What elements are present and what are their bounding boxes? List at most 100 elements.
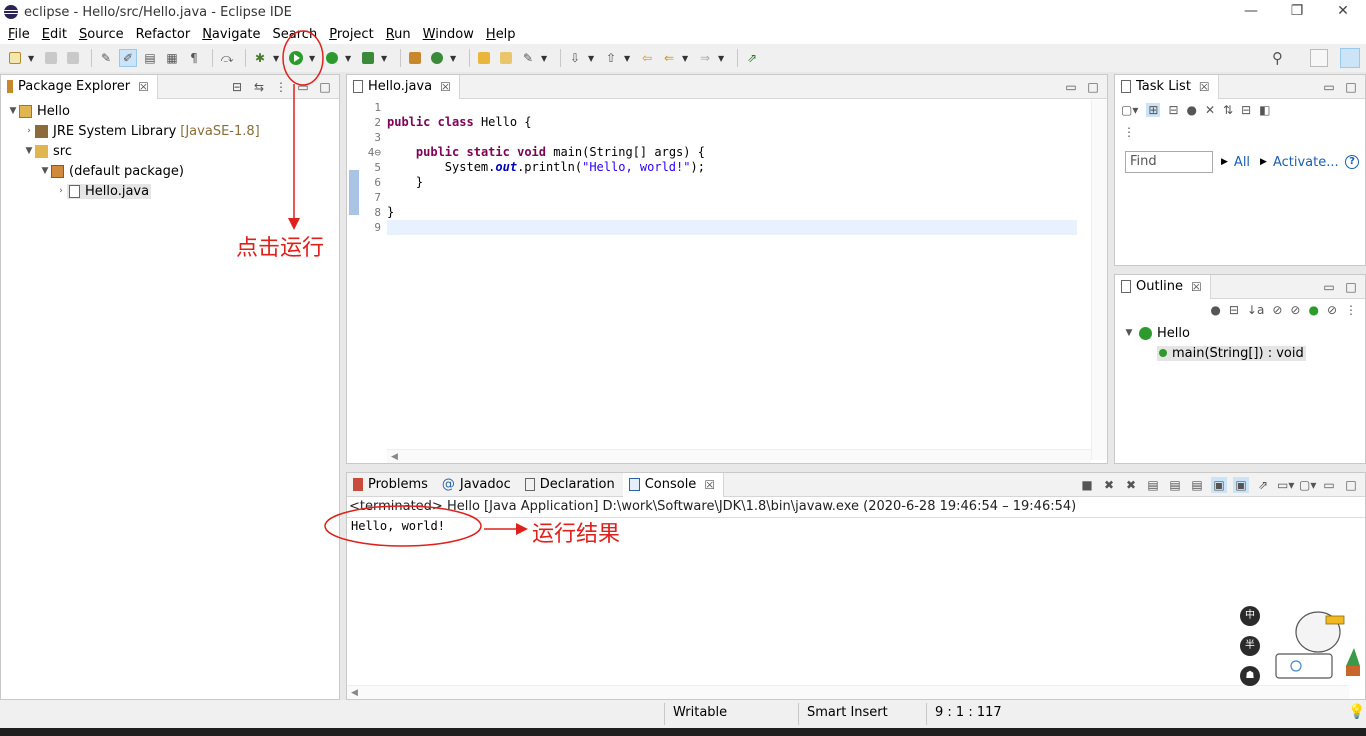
- collapse-all-icon[interactable]: ⊟: [229, 79, 245, 95]
- new-icon[interactable]: [6, 49, 24, 67]
- previous-annotation-dropdown-icon[interactable]: ▼: [624, 54, 632, 63]
- maximize-view-icon[interactable]: □: [1343, 477, 1359, 493]
- external-tools-dropdown-icon[interactable]: ▼: [381, 54, 389, 63]
- run-dropdown-icon[interactable]: ▼: [309, 54, 317, 63]
- ime-chinese-mode-icon[interactable]: 中: [1240, 606, 1260, 626]
- chevron-down-icon[interactable]: ▼: [1123, 328, 1135, 338]
- minimize-view-icon[interactable]: ▭: [1321, 477, 1337, 493]
- sync-icon[interactable]: ⇅: [1223, 103, 1233, 117]
- lightbulb-icon[interactable]: 💡: [1348, 704, 1365, 720]
- view-menu-icon[interactable]: ⋮: [1123, 125, 1135, 139]
- open-type-icon[interactable]: ✎: [97, 49, 115, 67]
- next-annotation-icon[interactable]: ⇩: [566, 49, 584, 67]
- selected-file-node[interactable]: Hello.java: [67, 183, 152, 199]
- selected-method-node[interactable]: main(String[]) : void: [1157, 345, 1306, 361]
- tab-javadoc[interactable]: @ Javadoc: [436, 473, 519, 497]
- chevron-down-icon[interactable]: ▼: [23, 146, 35, 156]
- search-dropdown-icon[interactable]: ▼: [541, 54, 549, 63]
- run-icon[interactable]: [287, 49, 305, 67]
- scroll-left-icon[interactable]: ◀: [391, 452, 398, 462]
- show-on-stderr-icon[interactable]: ▣: [1233, 477, 1249, 493]
- display-console-icon[interactable]: ▭▾: [1277, 477, 1294, 493]
- coverage-dropdown-icon[interactable]: ▼: [345, 54, 353, 63]
- close-button[interactable]: ✕: [1320, 0, 1366, 24]
- ime-half-width-icon[interactable]: 半: [1240, 636, 1260, 656]
- tab-declaration[interactable]: Declaration: [519, 473, 623, 497]
- hide-nonpublic-icon[interactable]: ●: [1308, 303, 1318, 317]
- vertical-scrollbar[interactable]: [1091, 100, 1107, 460]
- new-dropdown-icon[interactable]: ▼: [28, 54, 36, 63]
- chevron-down-icon[interactable]: ▼: [39, 166, 51, 176]
- pin-editor-icon[interactable]: ⇗: [743, 49, 761, 67]
- tree-item-package[interactable]: ▼ (default package): [1, 161, 339, 181]
- new-class-dropdown-icon[interactable]: ▼: [450, 54, 458, 63]
- hide-completed-icon[interactable]: ✕: [1205, 103, 1215, 117]
- collapse-all-icon[interactable]: ⊟: [1229, 303, 1239, 317]
- tree-item-file[interactable]: › Hello.java: [1, 181, 339, 201]
- back-dropdown-icon[interactable]: ▼: [682, 54, 690, 63]
- minimize-view-icon[interactable]: ▭: [1321, 79, 1337, 95]
- repositories-icon[interactable]: ◧: [1259, 103, 1270, 117]
- menu-source[interactable]: Source: [73, 27, 130, 42]
- hide-local-types-icon[interactable]: ⊘: [1327, 303, 1337, 317]
- cursor-position-status[interactable]: 9 : 1 : 117: [935, 705, 1002, 720]
- focus-icon[interactable]: ●: [1210, 303, 1220, 317]
- maximize-view-icon[interactable]: □: [1343, 79, 1359, 95]
- tab-package-explorer[interactable]: Package Explorer ☒: [1, 74, 158, 99]
- menu-file[interactable]: File: [2, 27, 36, 42]
- activate-link[interactable]: Activate...: [1273, 155, 1339, 170]
- ime-settings-icon[interactable]: ☗: [1240, 666, 1260, 686]
- tab-hello-java[interactable]: Hello.java ☒: [347, 74, 460, 99]
- open-folder-icon[interactable]: [497, 49, 515, 67]
- maximize-view-icon[interactable]: □: [1343, 279, 1359, 295]
- mark-occurrences-icon[interactable]: ✐: [119, 49, 137, 67]
- all-link[interactable]: All: [1234, 155, 1250, 170]
- coverage-icon[interactable]: [323, 49, 341, 67]
- back-icon[interactable]: ⇐: [660, 49, 678, 67]
- outline-item-method[interactable]: main(String[]) : void: [1123, 343, 1306, 363]
- menu-navigate[interactable]: Navigate: [196, 27, 266, 42]
- tree-item-src[interactable]: ▼ src: [1, 141, 339, 161]
- search-tool-icon[interactable]: ✎: [519, 49, 537, 67]
- close-icon[interactable]: ☒: [440, 80, 451, 94]
- skip-breakpoints-icon[interactable]: ⤼: [218, 49, 236, 67]
- insert-mode-status[interactable]: Smart Insert: [807, 705, 888, 720]
- close-icon[interactable]: ☒: [1191, 280, 1202, 294]
- java-perspective-icon[interactable]: [1340, 48, 1360, 68]
- tree-item-jre[interactable]: › JRE System Library [JavaSE-1.8]: [1, 121, 339, 141]
- last-edit-icon[interactable]: ⇦: [638, 49, 656, 67]
- forward-icon[interactable]: ⇒: [696, 49, 714, 67]
- minimize-view-icon[interactable]: ▭: [1063, 79, 1079, 95]
- chevron-down-icon[interactable]: ▼: [7, 106, 19, 116]
- view-menu-icon[interactable]: ⋮: [1345, 303, 1357, 317]
- open-task-icon[interactable]: [475, 49, 493, 67]
- debug-icon[interactable]: ✱: [251, 49, 269, 67]
- new-java-class-icon[interactable]: [428, 49, 446, 67]
- categorized-icon[interactable]: ⊞: [1146, 103, 1161, 117]
- minimize-view-icon[interactable]: ▭: [295, 79, 311, 95]
- previous-annotation-icon[interactable]: ⇧: [602, 49, 620, 67]
- view-menu-icon[interactable]: ⋮: [273, 79, 289, 95]
- scroll-left-icon[interactable]: ◀: [351, 688, 358, 698]
- menu-run[interactable]: Run: [380, 27, 417, 42]
- remove-launch-icon[interactable]: ✖: [1101, 477, 1117, 493]
- maximize-view-icon[interactable]: □: [1085, 79, 1101, 95]
- menu-edit[interactable]: Edit: [36, 27, 73, 42]
- menu-help[interactable]: Help: [480, 27, 522, 42]
- remove-all-terminated-icon[interactable]: ✖: [1123, 477, 1139, 493]
- clear-console-icon[interactable]: ▤: [1145, 477, 1161, 493]
- code-text-area[interactable]: public class Hello { public static void …: [387, 100, 1077, 450]
- menu-refactor[interactable]: Refactor: [130, 27, 197, 42]
- horizontal-scrollbar[interactable]: ◀: [347, 685, 1349, 699]
- word-wrap-icon[interactable]: ▤: [1189, 477, 1205, 493]
- pin-console-icon[interactable]: ⇗: [1255, 477, 1271, 493]
- save-all-icon[interactable]: [64, 49, 82, 67]
- tab-console[interactable]: Console ☒: [622, 472, 725, 497]
- open-perspective-icon[interactable]: [1310, 49, 1328, 67]
- chevron-right-icon[interactable]: ›: [23, 126, 35, 136]
- maximize-view-icon[interactable]: □: [317, 79, 333, 95]
- terminate-icon[interactable]: ■: [1079, 477, 1095, 493]
- hide-static-icon[interactable]: ⊘: [1290, 303, 1300, 317]
- link-with-editor-icon[interactable]: ⇆: [251, 79, 267, 95]
- outline-item-class[interactable]: ▼ Hello: [1123, 323, 1306, 343]
